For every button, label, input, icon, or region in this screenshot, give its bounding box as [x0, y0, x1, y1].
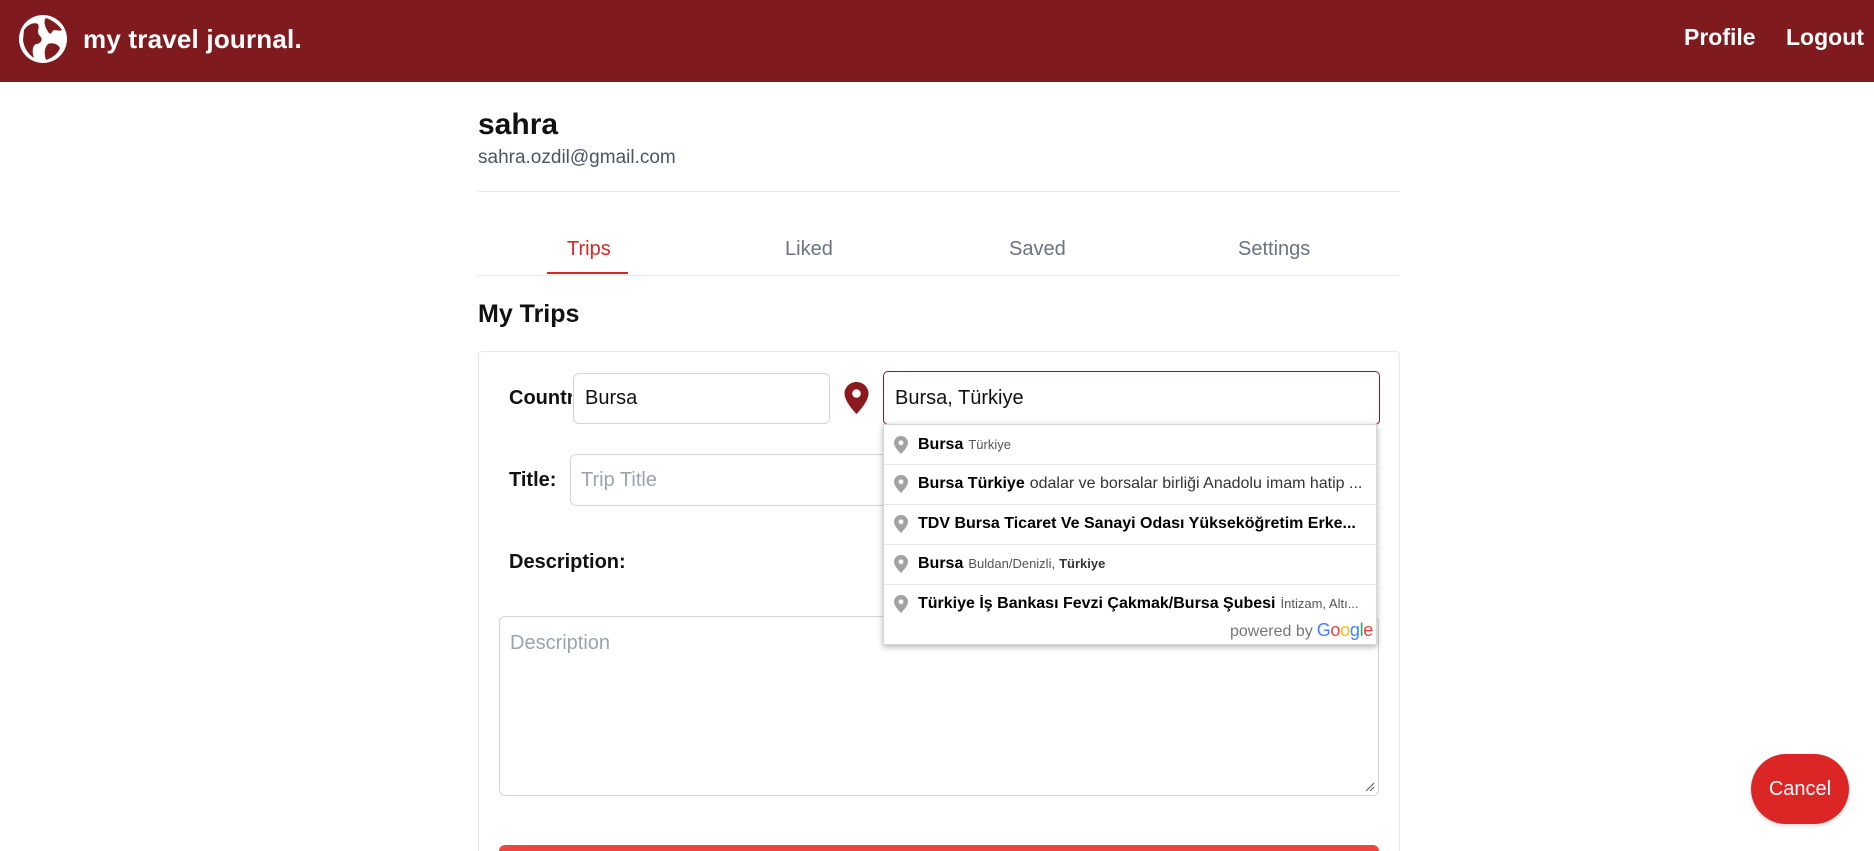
- nav-profile-link[interactable]: Profile: [1684, 24, 1756, 51]
- title-label: Title:: [509, 469, 557, 491]
- autocomplete-main-text: Bursa: [918, 435, 964, 453]
- tab-trips[interactable]: Trips: [567, 238, 611, 261]
- resize-grip-icon[interactable]: [1365, 782, 1375, 792]
- cancel-button[interactable]: Cancel: [1751, 754, 1849, 824]
- profile-username: sahra: [478, 108, 559, 141]
- autocomplete-main-text: Bursa Türkiye: [918, 475, 1025, 492]
- brand-logo-link[interactable]: my travel journal.: [18, 14, 302, 64]
- google-logo: Google: [1316, 620, 1374, 640]
- autocomplete-main-text: TDV Bursa Ticaret Ve Sanayi Odası Yüksek…: [918, 515, 1356, 532]
- location-pin-icon[interactable]: [843, 382, 870, 414]
- autocomplete-item[interactable]: Bursa Buldan/Denizli, Türkiye: [884, 544, 1378, 583]
- location-search-input[interactable]: Bursa, Türkiye: [883, 371, 1380, 425]
- tab-saved[interactable]: Saved: [1009, 238, 1066, 261]
- autocomplete-item[interactable]: TDV Bursa Ticaret Ve Sanayi Odası Yüksek…: [884, 504, 1378, 543]
- autocomplete-item[interactable]: Bursa Türkiye: [884, 425, 1378, 464]
- profile-tabs: Trips Liked Saved Settings: [478, 232, 1399, 276]
- description-label: Description:: [509, 551, 626, 573]
- section-title: My Trips: [478, 300, 580, 328]
- autocomplete-secondary-bold: Türkiye: [1059, 556, 1106, 571]
- tab-settings[interactable]: Settings: [1238, 238, 1310, 261]
- trip-title-input[interactable]: Trip Title: [570, 454, 900, 506]
- powered-by-text: powered by: [1230, 623, 1313, 640]
- country-label: Country:: [509, 387, 572, 409]
- place-marker-icon: [894, 595, 908, 613]
- top-navbar: my travel journal. Profile Logout: [0, 0, 1874, 82]
- divider: [478, 191, 1399, 192]
- nav-logout-link[interactable]: Logout: [1786, 24, 1864, 51]
- autocomplete-item[interactable]: Bursa Türkiye odalar ve borsalar birliği…: [884, 464, 1378, 503]
- place-marker-icon: [894, 515, 908, 533]
- brand-name: my travel journal.: [83, 23, 302, 54]
- powered-by-google: powered by Google: [1230, 620, 1373, 641]
- autocomplete-secondary-text: odalar ve borsalar birliği Anadolu imam …: [1029, 475, 1363, 492]
- submit-button[interactable]: [499, 845, 1379, 851]
- place-marker-icon: [894, 475, 908, 493]
- autocomplete-main-text: Bursa: [918, 555, 964, 572]
- description-placeholder: Description: [510, 632, 611, 654]
- autocomplete-secondary-text: Buldan/Denizli,: [968, 556, 1056, 571]
- globe-logo-icon: [19, 15, 67, 63]
- autocomplete-secondary-text: Türkiye: [968, 436, 1011, 452]
- place-marker-icon: [894, 435, 908, 454]
- place-marker-icon: [894, 555, 908, 573]
- autocomplete-main-text: Türkiye İş Bankası Fevzi Çakmak/Bursa Şu…: [918, 595, 1276, 612]
- autocomplete-item[interactable]: Türkiye İş Bankası Fevzi Çakmak/Bursa Şu…: [884, 584, 1378, 623]
- active-tab-indicator: [547, 272, 628, 274]
- profile-email: sahra.ozdil@gmail.com: [478, 147, 676, 168]
- autocomplete-secondary-text: İntizam, Altı...: [1280, 596, 1359, 611]
- places-autocomplete-dropdown: Bursa Türkiye Bursa Türkiye odalar ve bo…: [883, 424, 1378, 645]
- tab-liked[interactable]: Liked: [785, 238, 833, 261]
- country-input[interactable]: Bursa: [573, 373, 830, 424]
